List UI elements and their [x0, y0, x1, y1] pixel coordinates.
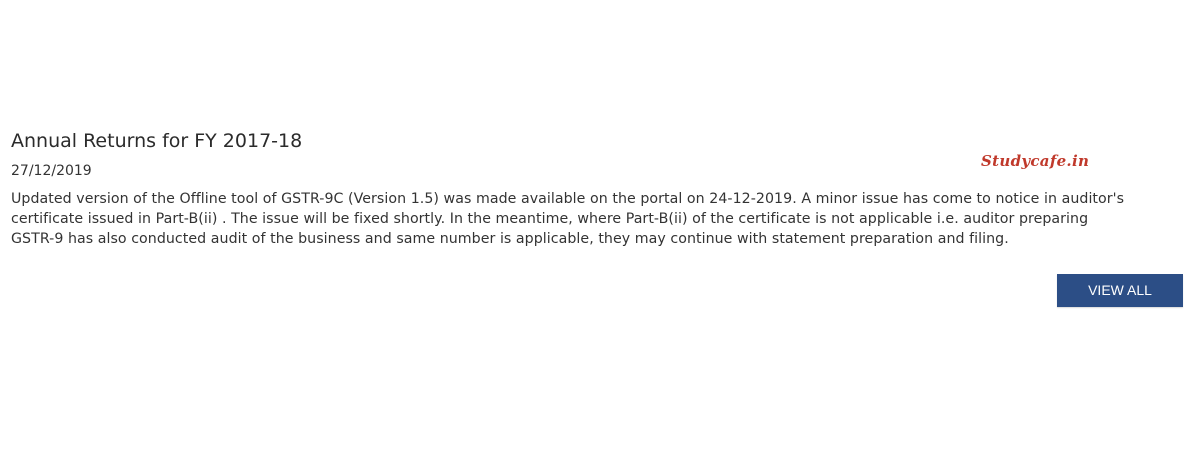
- watermark-logo: Studycafe.in: [981, 152, 1090, 170]
- notice-body: Updated version of the Offline tool of G…: [11, 189, 1189, 249]
- notice-body-line: certificate issued in Part-B(ii) . The i…: [11, 211, 1089, 227]
- notice-body-line: Updated version of the Offline tool of G…: [11, 191, 1125, 207]
- view-all-button[interactable]: VIEW ALL: [1057, 274, 1183, 307]
- notice-title: Annual Returns for FY 2017-18: [11, 130, 303, 152]
- notice-body-line: GSTR-9 has also conducted audit of the b…: [11, 231, 1009, 247]
- notice-item: Annual Returns for FY 2017-18 27/12/2019…: [11, 128, 1189, 249]
